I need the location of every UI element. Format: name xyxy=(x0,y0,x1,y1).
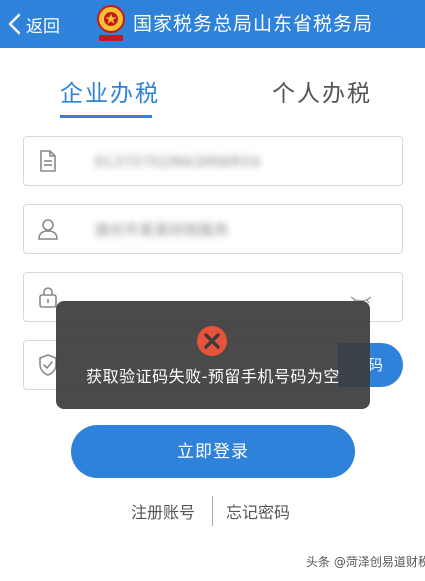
error-toast: 获取验证码失败-预留手机号码为空 xyxy=(56,301,370,409)
active-tab-indicator xyxy=(60,115,152,118)
back-label: 返回 xyxy=(26,16,60,37)
tax-emblem-icon xyxy=(97,5,125,41)
login-button[interactable]: 立即登录 xyxy=(71,425,355,478)
user-icon xyxy=(38,219,58,240)
watermark: 头条 @菏泽创易道财税 xyxy=(306,555,425,569)
username-value: 潍坊市某某财税服务 xyxy=(94,221,230,239)
link-divider xyxy=(212,496,213,526)
toast-message: 获取验证码失败-预留手机号码为空 xyxy=(86,367,340,386)
error-circle-icon xyxy=(197,326,227,356)
username-field[interactable]: 潍坊市某某财税服务 xyxy=(23,204,403,254)
register-link[interactable]: 注册账号 xyxy=(131,499,195,523)
login-type-tabs: 企业办税 个人办税 xyxy=(0,66,425,126)
taxpayer-id-field[interactable]: 91370702MA3MWR5X xyxy=(23,136,403,186)
tab-company[interactable]: 企业办税 xyxy=(60,74,160,108)
account-links: 注册账号 忘记密码 xyxy=(0,496,425,526)
taxpayer-id-value: 91370702MA3MWR5X xyxy=(94,153,262,171)
forgot-password-link[interactable]: 忘记密码 xyxy=(226,499,290,523)
tab-personal[interactable]: 个人办税 xyxy=(272,74,372,108)
page-title: 国家税务总局山东省税务局 xyxy=(133,13,374,35)
chevron-left-icon xyxy=(8,13,21,35)
back-button[interactable]: 返回 xyxy=(6,0,60,48)
document-icon xyxy=(40,150,56,172)
app-header: 返回 国家税务总局山东省税务局 xyxy=(0,0,425,48)
